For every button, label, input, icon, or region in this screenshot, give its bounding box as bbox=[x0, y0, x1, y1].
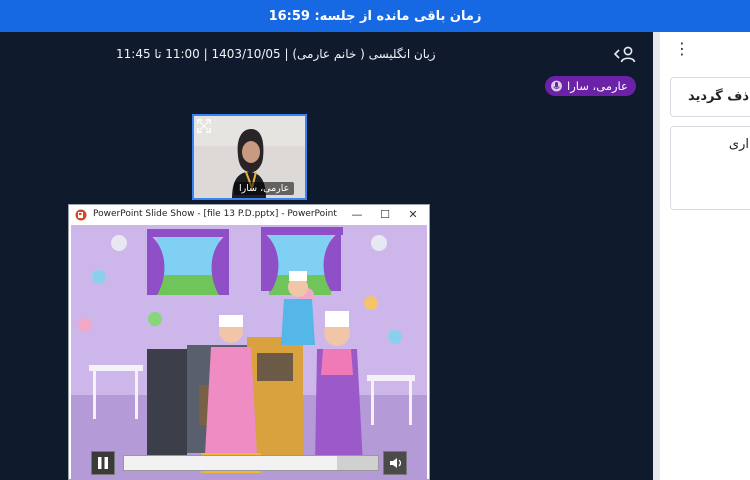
expand-icon[interactable] bbox=[197, 119, 211, 133]
seek-bar[interactable] bbox=[123, 455, 379, 471]
pause-icon bbox=[98, 457, 108, 469]
maximize-button[interactable]: ☐ bbox=[377, 207, 393, 223]
media-controls bbox=[91, 451, 409, 475]
webcam-tile[interactable]: عارمی، سارا bbox=[192, 114, 307, 200]
powerpoint-window: PowerPoint Slide Show - [file 13 P.D.ppt… bbox=[68, 204, 430, 480]
ppt-titlebar: PowerPoint Slide Show - [file 13 P.D.ppt… bbox=[69, 205, 429, 225]
minimize-button[interactable]: — bbox=[349, 207, 365, 223]
session-title: زبان انگلیسی ( خانم عارمی) | 1403/10/05 … bbox=[116, 47, 436, 61]
active-speaker-name: عارمی، سارا bbox=[567, 79, 628, 93]
side-card-info-label: اری bbox=[728, 137, 749, 152]
video-frame bbox=[71, 225, 427, 480]
active-speaker-badge: عارمی، سارا bbox=[545, 76, 636, 96]
user-switch-icon[interactable] bbox=[612, 44, 638, 64]
side-card-info[interactable]: اری bbox=[670, 126, 750, 210]
powerpoint-icon bbox=[75, 209, 87, 221]
app-root: زمان باقی مانده از جلسه: 16:59 زبان انگل… bbox=[0, 0, 750, 480]
side-card-delete-label: ذف گردید bbox=[687, 89, 749, 104]
slide-video bbox=[71, 225, 427, 480]
classroom-stage: زبان انگلیسی ( خانم عارمی) | 1403/10/05 … bbox=[0, 32, 653, 480]
seek-progress bbox=[124, 456, 338, 470]
side-card-delete[interactable]: ذف گردید bbox=[670, 77, 750, 117]
session-header: زبان انگلیسی ( خانم عارمی) | 1403/10/05 … bbox=[0, 44, 653, 66]
ppt-window-title: PowerPoint Slide Show - [file 13 P.D.ppt… bbox=[93, 209, 337, 219]
pause-button[interactable] bbox=[91, 451, 115, 475]
session-timer-bar: زمان باقی مانده از جلسه: 16:59 bbox=[0, 0, 750, 32]
close-button[interactable]: ✕ bbox=[405, 207, 421, 223]
volume-icon bbox=[390, 458, 402, 468]
session-timer-text: زمان باقی مانده از جلسه: 16:59 bbox=[268, 8, 482, 24]
kebab-menu-icon[interactable]: ⋮ bbox=[674, 40, 690, 58]
mic-icon bbox=[551, 80, 562, 92]
right-side-panel: ⋮ ذف گردید اری bbox=[660, 32, 750, 480]
volume-button[interactable] bbox=[383, 451, 407, 475]
webcam-participant-name: عارمی، سارا bbox=[234, 182, 295, 195]
panel-divider bbox=[653, 32, 660, 480]
